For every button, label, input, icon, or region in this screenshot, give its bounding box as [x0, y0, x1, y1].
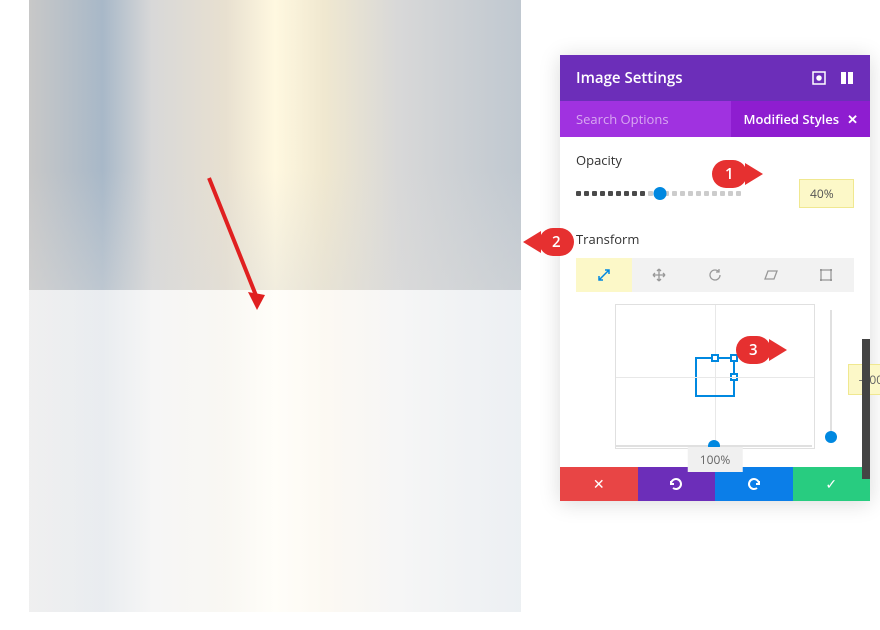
opacity-label: Opacity [576, 151, 854, 169]
panel-scrollbar[interactable] [862, 339, 870, 479]
panel-header: Image Settings [560, 55, 870, 101]
layout-icon[interactable] [840, 71, 854, 85]
transform-tab-rotate[interactable] [687, 258, 743, 292]
skew-icon [764, 268, 778, 282]
transform-label: Transform [576, 230, 854, 248]
transform-tab-skew[interactable] [743, 258, 799, 292]
resize-handle-right[interactable] [730, 373, 738, 381]
image-preview [29, 0, 521, 612]
opacity-value-input[interactable]: 40% [799, 179, 854, 208]
redo-icon [746, 476, 762, 492]
origin-icon [819, 268, 833, 282]
vertical-slider-thumb[interactable] [825, 431, 837, 443]
search-options[interactable]: Search Options [560, 101, 731, 137]
undo-button[interactable] [638, 467, 716, 501]
rotate-icon [708, 268, 722, 282]
transform-tab-scale[interactable] [576, 258, 632, 292]
move-icon [652, 268, 666, 282]
panel-title: Image Settings [576, 68, 683, 88]
transform-tab-origin[interactable] [798, 258, 854, 292]
vertical-slider[interactable] [830, 310, 832, 437]
panel-subheader: Search Options Modified Styles ✕ [560, 101, 870, 137]
focus-icon[interactable] [812, 71, 826, 85]
redo-button[interactable] [715, 467, 793, 501]
panel-footer: ✕ ✓ [560, 467, 870, 501]
undo-icon [668, 476, 684, 492]
opacity-slider[interactable] [576, 187, 787, 201]
panel-body: Opacity 40% Transform [560, 137, 870, 467]
preview-reflection-image [29, 290, 521, 612]
transform-canvas-area: -100% 100% [576, 304, 854, 467]
resize-handle-top-right[interactable] [730, 354, 738, 362]
close-icon[interactable]: ✕ [847, 110, 858, 128]
horizontal-value-input[interactable]: 100% [688, 447, 743, 472]
save-button[interactable]: ✓ [793, 467, 871, 501]
preview-original-image [29, 0, 521, 290]
transform-tabs [576, 258, 854, 292]
modified-styles-label: Modified Styles [743, 110, 839, 128]
resize-handle-top[interactable] [711, 354, 719, 362]
transform-canvas[interactable] [615, 304, 815, 449]
cancel-button[interactable]: ✕ [560, 467, 638, 501]
settings-panel: Image Settings Search Options Modified S… [560, 55, 870, 501]
transform-handle-box[interactable] [695, 357, 735, 397]
modified-styles-chip[interactable]: Modified Styles ✕ [731, 101, 870, 137]
scale-icon [597, 268, 611, 282]
opacity-slider-thumb[interactable] [654, 187, 667, 200]
transform-tab-translate[interactable] [632, 258, 688, 292]
